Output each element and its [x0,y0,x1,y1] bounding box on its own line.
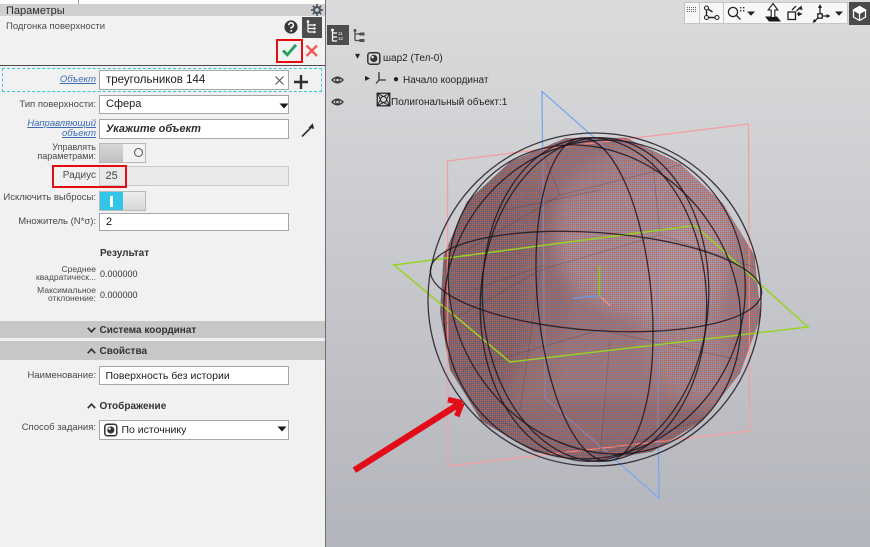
svg-text:12: 12 [338,36,344,41]
